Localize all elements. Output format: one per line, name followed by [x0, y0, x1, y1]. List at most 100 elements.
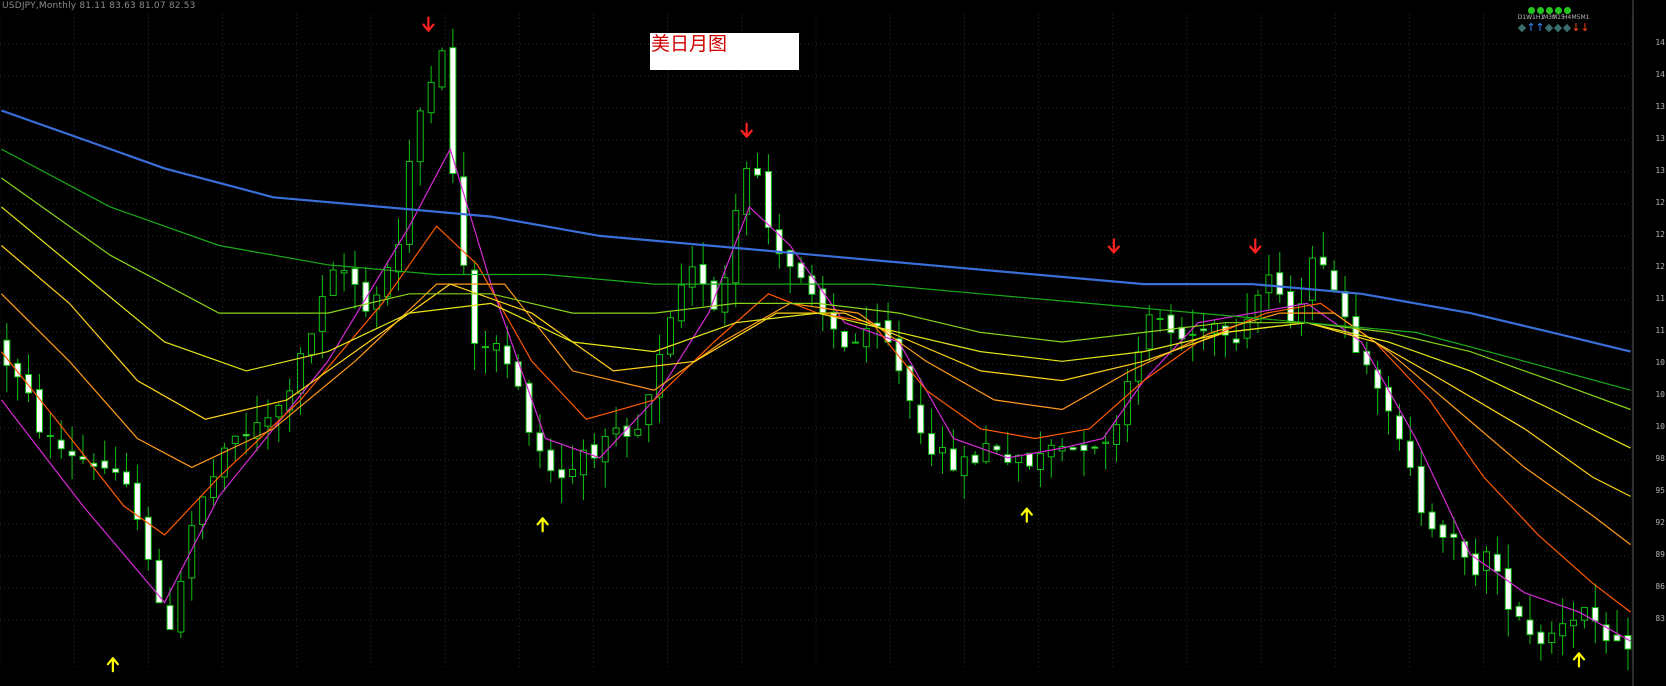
signal-arrow-up-icon [106, 657, 119, 673]
candle-body [68, 450, 76, 457]
candle-body [1374, 369, 1382, 389]
candle-body [917, 404, 925, 434]
candle-body [938, 447, 946, 454]
candle-body [1395, 415, 1403, 440]
chart-area[interactable] [0, 0, 1666, 686]
axis-tick-label: 13 [1655, 102, 1665, 111]
signal-arrow-up-icon [1020, 507, 1033, 523]
candle-body [471, 269, 479, 344]
candle-body [264, 417, 272, 427]
axis-tick-label: 10 [1655, 390, 1665, 399]
candle-body [1570, 619, 1578, 627]
price-chart[interactable] [0, 0, 1666, 686]
signal-arrow-down-icon [422, 16, 435, 32]
candle-body [318, 295, 326, 332]
signal-arrow-down-icon [740, 122, 753, 138]
candle-body [830, 311, 838, 330]
candle-body [1036, 453, 1044, 471]
candle-body [405, 160, 413, 245]
candle-body [1624, 634, 1632, 650]
candle-body [1450, 533, 1458, 539]
axis-tick-label: 12 [1655, 262, 1665, 271]
moving-average-line [1, 206, 1631, 449]
candle-body [1504, 568, 1512, 610]
candle-body [1102, 441, 1110, 444]
candle-body [1417, 465, 1425, 514]
candle-body [754, 167, 762, 176]
candle-body [286, 390, 294, 411]
signal-arrow-up-icon [536, 517, 549, 533]
candle-body [101, 460, 109, 469]
candle-body [1189, 333, 1197, 336]
candle-body [1330, 270, 1338, 291]
timeframe-label: M1 [1580, 14, 1590, 21]
candle-body [666, 317, 674, 355]
candle-body [960, 456, 968, 477]
candle-body [1363, 350, 1371, 366]
candle-body [242, 433, 250, 437]
candle-body [482, 346, 490, 349]
candle-body [993, 445, 1001, 451]
timeframe-indicator: M1 ↓ [1579, 4, 1591, 34]
axis-tick-label: 14 [1655, 70, 1665, 79]
candle-body [1319, 256, 1327, 266]
axis-tick-label: 86 [1655, 582, 1665, 591]
candle-body [1232, 338, 1240, 344]
candle-body [275, 404, 283, 418]
candle-body [449, 47, 457, 175]
axis-tick-label: 11 [1655, 294, 1665, 303]
candle-body [231, 435, 239, 444]
axis-tick-label: 13 [1655, 166, 1665, 175]
candle-body [579, 449, 587, 476]
candle-body [797, 262, 805, 279]
candle-body [928, 433, 936, 455]
candle-body [1559, 623, 1567, 637]
candle-body [122, 471, 130, 485]
candle-body [199, 496, 207, 525]
candle-body [1308, 257, 1316, 301]
candle-body [427, 81, 435, 114]
candle-body [1613, 634, 1621, 642]
candle-body [634, 428, 642, 436]
axis-tick-label: 83 [1655, 614, 1665, 623]
candle-body [1591, 607, 1599, 622]
candle-body [1113, 424, 1121, 445]
candle-body [1200, 328, 1208, 332]
candle-body [57, 439, 65, 450]
candle-body [112, 468, 120, 473]
candle-body [1406, 440, 1414, 469]
candle-body [492, 343, 500, 351]
candle-body [1276, 272, 1284, 295]
candle-body [1265, 274, 1273, 294]
signal-arrow-down-icon [1107, 238, 1120, 254]
candle-body [166, 605, 174, 631]
price-axis: 14 14 13 13 13 12 12 12 11 11 10 10 10 98 95 92 89 86 83 [1654, 0, 1666, 686]
signal-arrow-up-icon [1572, 652, 1586, 668]
axis-tick-label: 92 [1655, 518, 1665, 527]
candle-body [982, 442, 990, 463]
candle-body [558, 469, 566, 479]
candle-body [188, 525, 196, 579]
candle-body [645, 394, 653, 426]
candle-body [1537, 631, 1545, 645]
arrow-down-icon: ↓ [1580, 21, 1590, 34]
signal-arrow-down-icon [1249, 238, 1262, 254]
candle-body [307, 333, 315, 356]
candle-body [340, 270, 348, 274]
axis-tick-label: 13 [1655, 134, 1665, 143]
axis-tick-label: 95 [1655, 486, 1665, 495]
candle-body [416, 110, 424, 163]
candle-body [1026, 452, 1034, 467]
candle-body [1439, 524, 1447, 539]
candle-body [699, 264, 707, 285]
axis-tick-label: 12 [1655, 230, 1665, 239]
chart-label: 美日月图 [650, 33, 799, 70]
candle-body [906, 365, 914, 402]
candle-body [1493, 553, 1501, 572]
candle-body [971, 454, 979, 464]
candle-body [46, 435, 54, 438]
candle-body [25, 374, 33, 394]
candle-body [1526, 619, 1534, 636]
candle-body [764, 171, 772, 229]
candle-body [1080, 444, 1088, 452]
